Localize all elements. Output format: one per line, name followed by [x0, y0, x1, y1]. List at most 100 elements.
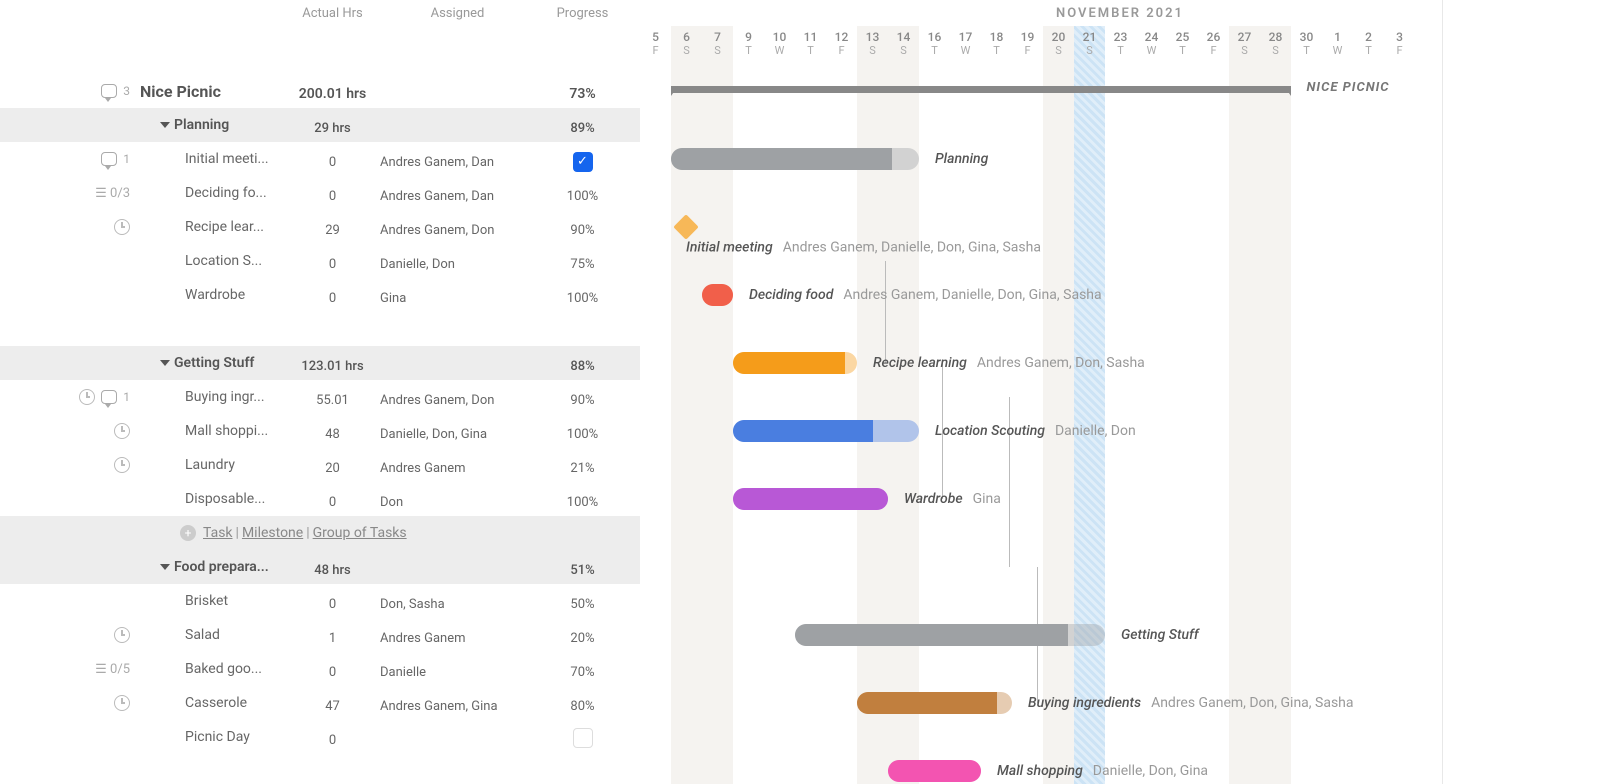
add-plus-icon[interactable]: +: [180, 525, 196, 541]
bar-task-name: Wardrobe: [904, 491, 963, 507]
task-assigned-cell[interactable]: Danielle: [380, 659, 535, 680]
task-name-cell[interactable]: Laundry: [140, 457, 285, 473]
task-progress-cell[interactable]: 100%: [535, 285, 630, 306]
task-bar[interactable]: Mall shoppingDanielle, Don, Gina: [888, 760, 981, 782]
clock-icon[interactable]: [114, 627, 130, 643]
group-bar[interactable]: Getting Stuff: [795, 624, 1105, 646]
task-assigned-cell[interactable]: Andres Ganem, Dan: [380, 183, 535, 204]
task-name-cell[interactable]: Casserole: [140, 695, 285, 711]
task-assigned-cell[interactable]: Andres Ganem: [380, 625, 535, 646]
comment-icon[interactable]: [101, 390, 117, 404]
task-hours-cell[interactable]: 0: [285, 183, 380, 204]
collapse-caret-icon[interactable]: [160, 122, 170, 128]
task-name-cell[interactable]: Initial meeti...: [140, 151, 285, 167]
task-assigned-cell[interactable]: [380, 734, 535, 740]
task-progress-cell[interactable]: [535, 722, 630, 752]
collapse-caret-icon[interactable]: [160, 360, 170, 366]
col-header-assigned[interactable]: Assigned: [380, 0, 535, 74]
project-summary-bar[interactable]: [671, 86, 1291, 93]
comment-icon[interactable]: [101, 84, 117, 98]
task-progress-cell[interactable]: ✓: [535, 146, 630, 172]
group-name[interactable]: Planning: [140, 117, 285, 133]
project-name[interactable]: Nice Picnic: [140, 82, 285, 101]
timeline-panel[interactable]: NOVEMBER 2021 5F6S7S9T10W11T12F13S14S16T…: [640, 0, 1600, 784]
task-hours-cell[interactable]: 47: [285, 693, 380, 714]
task-progress-cell[interactable]: 100%: [535, 489, 630, 510]
clock-icon[interactable]: [79, 389, 95, 405]
task-assigned-cell[interactable]: Danielle, Don, Gina: [380, 421, 535, 442]
task-progress-cell[interactable]: 100%: [535, 421, 630, 442]
task-hours-cell[interactable]: 0: [285, 251, 380, 272]
task-assigned-cell[interactable]: Danielle, Don: [380, 251, 535, 272]
task-name-cell[interactable]: Picnic Day: [140, 729, 285, 745]
col-header-hours[interactable]: Actual Hrs: [285, 0, 380, 74]
task-name-cell[interactable]: Location S...: [140, 253, 285, 269]
task-name-cell[interactable]: Disposable...: [140, 491, 285, 507]
clock-icon[interactable]: [114, 457, 130, 473]
task-progress-cell[interactable]: 75%: [535, 251, 630, 272]
collapse-caret-icon[interactable]: [160, 564, 170, 570]
add-group-link[interactable]: Group of Tasks: [313, 525, 407, 541]
task-hours-cell[interactable]: 0: [285, 489, 380, 510]
task-hours-cell[interactable]: 55.01: [285, 387, 380, 408]
checklist-icon[interactable]: ☰ 0/3: [95, 186, 130, 201]
task-name-cell[interactable]: Wardrobe: [140, 287, 285, 303]
task-name-cell[interactable]: Buying ingr...: [140, 389, 285, 405]
clock-icon[interactable]: [114, 695, 130, 711]
task-hours-cell[interactable]: 0: [285, 727, 380, 748]
task-assigned-cell[interactable]: Andres Ganem, Gina: [380, 693, 535, 714]
task-progress-cell[interactable]: 21%: [535, 455, 630, 476]
task-assigned-cell[interactable]: Andres Ganem, Dan: [380, 149, 535, 170]
task-bar[interactable]: WardrobeGina: [733, 488, 888, 510]
task-name-cell[interactable]: Deciding fo...: [140, 185, 285, 201]
task-progress-cell[interactable]: 90%: [535, 217, 630, 238]
task-hours-cell[interactable]: 1: [285, 625, 380, 646]
task-assigned-cell[interactable]: Andres Ganem: [380, 455, 535, 476]
day-column: 11T: [795, 26, 826, 74]
task-name-cell[interactable]: Brisket: [140, 593, 285, 609]
task-name-cell[interactable]: Recipe lear...: [140, 219, 285, 235]
checklist-icon[interactable]: ☰ 0/5: [95, 662, 130, 677]
task-progress-cell[interactable]: 80%: [535, 693, 630, 714]
task-bar[interactable]: Location ScoutingDanielle, Don: [733, 420, 919, 442]
task-name-cell[interactable]: Salad: [140, 627, 285, 643]
comment-icon[interactable]: [101, 152, 117, 166]
task-assigned-cell[interactable]: Andres Ganem, Don: [380, 387, 535, 408]
day-column: 6S: [671, 26, 702, 74]
add-task-link[interactable]: Task: [203, 525, 233, 541]
task-name-cell[interactable]: Mall shoppi...: [140, 423, 285, 439]
task-bar[interactable]: Recipe learningAndres Ganem, Don, Sasha: [733, 352, 857, 374]
group-bar[interactable]: Planning: [671, 148, 919, 170]
task-hours-cell[interactable]: 20: [285, 455, 380, 476]
done-checkbox[interactable]: ✓: [573, 152, 593, 172]
task-progress-cell[interactable]: 70%: [535, 659, 630, 680]
task-progress-cell[interactable]: 90%: [535, 387, 630, 408]
task-hours-cell[interactable]: 48: [285, 421, 380, 442]
task-progress-cell[interactable]: 50%: [535, 591, 630, 612]
task-hours-cell[interactable]: 0: [285, 285, 380, 306]
group-name[interactable]: Food prepara...: [140, 559, 285, 575]
empty-checkbox[interactable]: [573, 728, 593, 748]
task-hours-cell[interactable]: 0: [285, 591, 380, 612]
task-assigned-cell[interactable]: Gina: [380, 285, 535, 306]
task-name-cell[interactable]: Baked goo...: [140, 661, 285, 677]
clock-icon[interactable]: [114, 423, 130, 439]
task-hours-cell[interactable]: 0: [285, 659, 380, 680]
task-bar[interactable]: Buying ingredientsAndres Ganem, Don, Gin…: [857, 692, 1012, 714]
task-assigned-cell[interactable]: Don: [380, 489, 535, 510]
task-progress-cell[interactable]: 20%: [535, 625, 630, 646]
group-name[interactable]: Getting Stuff: [140, 355, 285, 371]
add-milestone-link[interactable]: Milestone: [242, 525, 303, 541]
clock-icon[interactable]: [114, 219, 130, 235]
task-bar[interactable]: Deciding foodAndres Ganem, Danielle, Don…: [702, 284, 733, 306]
task-hours-cell[interactable]: 0: [285, 149, 380, 170]
milestone-marker[interactable]: Initial meetingAndres Ganem, Danielle, D…: [673, 214, 698, 239]
day-column: 30T: [1291, 26, 1322, 74]
task-progress-cell[interactable]: 100%: [535, 183, 630, 204]
task-assigned-cell[interactable]: Don, Sasha: [380, 591, 535, 612]
col-header-progress[interactable]: Progress: [535, 0, 630, 74]
gantt-chart-area[interactable]: NICE PICNICPlanningInitial meetingAndres…: [640, 74, 1600, 784]
task-assigned-cell[interactable]: Andres Ganem, Don: [380, 217, 535, 238]
task-hours-cell[interactable]: 29: [285, 217, 380, 238]
day-column: 28S: [1260, 26, 1291, 74]
